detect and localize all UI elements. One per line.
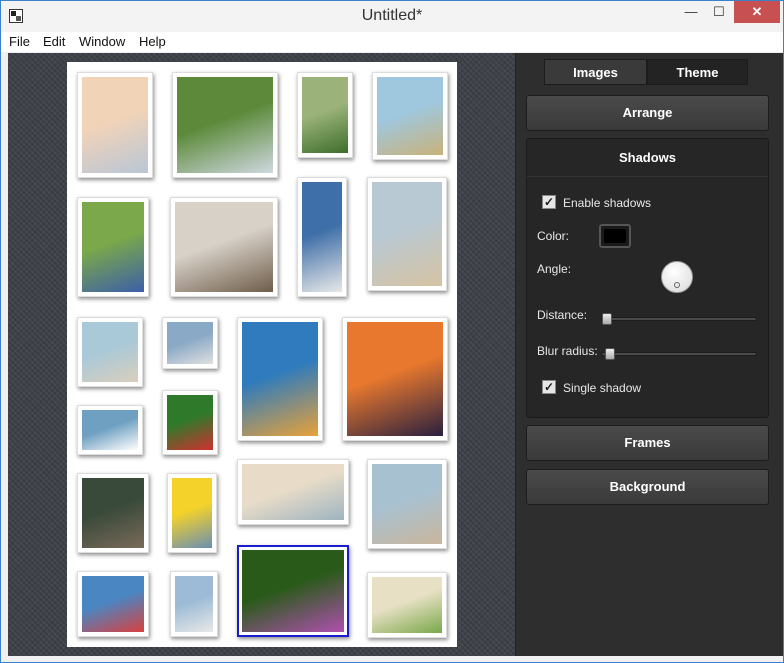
maximize-button[interactable]: ☐ — [707, 1, 731, 23]
menu-bar: File Edit Window Help — [1, 32, 783, 52]
angle-label: Angle: — [537, 262, 572, 276]
photo-jet-ski[interactable] — [77, 473, 149, 553]
photo-baby-on-sand[interactable] — [367, 459, 447, 549]
photo-image — [82, 478, 144, 548]
photo-kid-fishing[interactable] — [167, 473, 217, 553]
photo-colorful-bird[interactable] — [77, 197, 149, 297]
canvas-area[interactable] — [8, 53, 515, 656]
photo-image — [175, 202, 273, 292]
single-shadow-checkbox[interactable]: ✓ — [542, 380, 556, 394]
photo-image — [82, 576, 144, 632]
photo-striped-lighthouse[interactable] — [77, 571, 149, 637]
shadows-panel: Shadows ✓ Enable shadows Color: Angle: D… — [526, 138, 769, 418]
photo-image — [177, 77, 273, 173]
photo-image — [175, 576, 213, 632]
photo-image — [302, 77, 348, 153]
blur-radius-slider[interactable] — [601, 348, 757, 360]
blur-radius-label: Blur radius: — [537, 344, 598, 358]
photo-lighthouse-fence[interactable] — [172, 72, 278, 178]
shadow-color-swatch — [604, 229, 626, 243]
angle-dial-indicator — [674, 282, 680, 288]
photo-baby-portrait[interactable] — [77, 72, 153, 178]
tab-images[interactable]: Images — [544, 59, 647, 85]
background-button[interactable]: Background — [526, 469, 769, 505]
menu-window[interactable]: Window — [79, 34, 125, 49]
enable-shadows-label: Enable shadows — [563, 196, 652, 210]
photo-boy-on-beach[interactable] — [367, 177, 447, 291]
photo-yellow-butterfly[interactable] — [367, 572, 447, 638]
single-shadow-label: Single shadow — [563, 381, 642, 395]
photo-beach-shore[interactable] — [237, 459, 349, 525]
photo-image — [82, 77, 148, 173]
photo-image — [372, 182, 442, 286]
shadows-header[interactable]: Shadows — [527, 139, 768, 177]
photo-pier-ocean[interactable] — [372, 72, 448, 160]
distance-label: Distance: — [537, 308, 588, 322]
blur-radius-slider-thumb[interactable] — [604, 348, 615, 360]
minimize-button[interactable]: — — [679, 1, 703, 23]
enable-shadows-checkbox[interactable]: ✓ — [542, 195, 556, 209]
photo-harbor-masts[interactable] — [170, 571, 218, 637]
photo-sunset-ship[interactable] — [342, 317, 448, 441]
close-button[interactable]: ✕ — [734, 1, 780, 23]
photo-surfer-kid[interactable] — [77, 317, 143, 387]
photo-image — [242, 464, 344, 520]
distance-slider-thumb[interactable] — [602, 313, 612, 325]
photo-image — [372, 464, 442, 544]
photo-image — [242, 550, 344, 632]
photo-image — [302, 182, 342, 292]
collage-page[interactable] — [67, 62, 457, 647]
photo-image — [167, 322, 213, 364]
arrange-button[interactable]: Arrange — [526, 95, 769, 131]
photo-image — [82, 322, 138, 382]
tab-theme[interactable]: Theme — [647, 59, 748, 85]
photo-image — [172, 478, 212, 548]
angle-dial[interactable] — [661, 261, 693, 293]
distance-slider[interactable] — [601, 313, 757, 325]
photo-image — [347, 322, 443, 436]
title-bar[interactable]: Untitled* — ☐ ✕ — [1, 1, 783, 32]
photo-child-on-bike[interactable] — [297, 72, 353, 158]
window-title: Untitled* — [361, 7, 423, 24]
photo-purple-orchids[interactable] — [237, 545, 349, 637]
photo-image — [82, 410, 138, 450]
frames-button[interactable]: Frames — [526, 425, 769, 461]
photo-image — [377, 77, 443, 155]
sidebar: Images Theme Arrange Shadows ✓ Enable sh… — [515, 53, 783, 656]
photo-image — [167, 395, 213, 450]
shadow-color-picker[interactable] — [599, 224, 631, 248]
photo-image — [82, 202, 144, 292]
photo-parrots[interactable] — [237, 317, 323, 441]
menu-edit[interactable]: Edit — [43, 34, 65, 49]
photo-marina-boats[interactable] — [162, 317, 218, 369]
photo-sloppy-joes-bar[interactable] — [170, 197, 278, 297]
photo-image — [372, 577, 442, 633]
color-label: Color: — [537, 229, 570, 243]
app-window: Untitled* — ☐ ✕ File Edit Window Help Im… — [0, 0, 784, 663]
photo-image — [242, 322, 318, 436]
photo-red-butterfly[interactable] — [162, 390, 218, 455]
photo-white-lighthouse[interactable] — [297, 177, 347, 297]
menu-help[interactable]: Help — [139, 34, 166, 49]
menu-file[interactable]: File — [9, 34, 30, 49]
photo-speedboat[interactable] — [77, 405, 143, 455]
